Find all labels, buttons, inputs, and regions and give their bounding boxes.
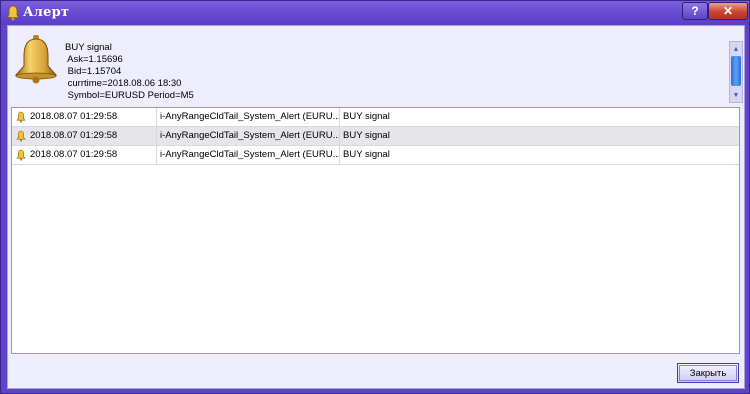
alert-message: BUY signal (343, 111, 390, 122)
close-button[interactable]: Закрыть (677, 363, 739, 383)
help-button[interactable]: ? (682, 2, 708, 20)
table-row[interactable]: 2018.08.07 01:29:58 i-AnyRangeCldTail_Sy… (12, 127, 739, 146)
message-area: BUY signal Ask=1.15696 Bid=1.15704 currt… (11, 29, 743, 103)
alert-list[interactable]: 2018.08.07 01:29:58 i-AnyRangeCldTail_Sy… (11, 107, 740, 354)
alert-name: i-AnyRangeCldTail_System_Alert (EURU... (157, 127, 340, 145)
scroll-down-arrow-icon[interactable]: ▼ (730, 89, 742, 101)
alert-message: BUY signal (343, 149, 390, 160)
bell-icon (14, 35, 58, 84)
title-bar[interactable]: Алерт ? ✕ (1, 1, 749, 25)
table-row[interactable]: 2018.08.07 01:29:58 i-AnyRangeCldTail_Sy… (12, 146, 739, 165)
alert-time: 2018.08.07 01:29:58 (12, 127, 157, 145)
alert-window: Алерт ? ✕ BUY signal Ask=1.15696 Bid=1.1… (0, 0, 750, 394)
alert-message: BUY signal (343, 130, 390, 141)
bell-icon (6, 5, 20, 21)
alert-message-text: BUY signal Ask=1.15696 Bid=1.15704 currt… (65, 42, 194, 101)
alert-time: 2018.08.07 01:29:58 (12, 146, 157, 164)
alert-name: i-AnyRangeCldTail_System_Alert (EURU... (157, 108, 340, 126)
scroll-thumb[interactable] (731, 56, 741, 86)
scroll-up-arrow-icon[interactable]: ▲ (730, 43, 742, 55)
table-row[interactable]: 2018.08.07 01:29:58 i-AnyRangeCldTail_Sy… (12, 108, 739, 127)
message-scrollbar[interactable]: ▲ ▼ (729, 41, 743, 103)
alert-name: i-AnyRangeCldTail_System_Alert (EURU... (157, 146, 340, 164)
window-title: Алерт (23, 5, 70, 20)
dialog-body: BUY signal Ask=1.15696 Bid=1.15704 currt… (7, 25, 745, 389)
alert-time: 2018.08.07 01:29:58 (12, 108, 157, 126)
close-window-button[interactable]: ✕ (708, 2, 748, 20)
